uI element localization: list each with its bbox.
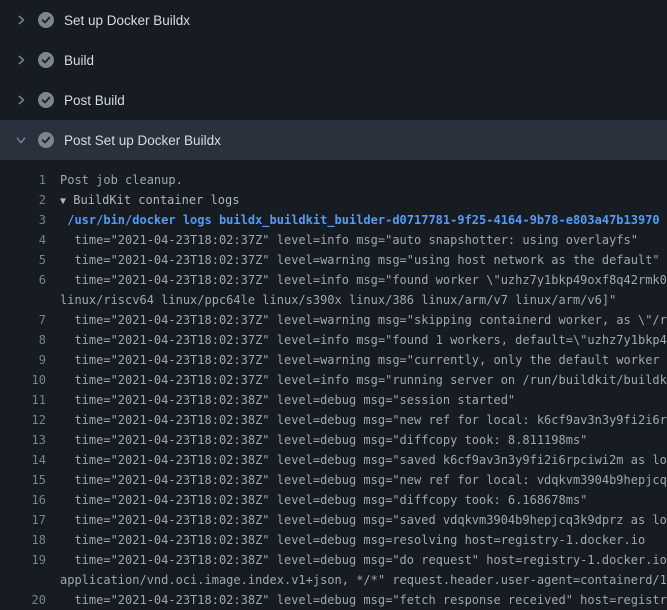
step-row-set-up-docker-buildx[interactable]: Set up Docker Buildx xyxy=(0,0,667,40)
log-line-text: time="2021-04-23T18:02:37Z" level=warnin… xyxy=(60,350,667,370)
log-line-number[interactable]: 3 xyxy=(0,210,60,230)
step-label: Set up Docker Buildx xyxy=(64,13,190,28)
log-line-number[interactable]: 4 xyxy=(0,230,60,250)
log-line: 16 time="2021-04-23T18:02:38Z" level=deb… xyxy=(0,490,667,510)
log-line-number[interactable]: 5 xyxy=(0,250,60,270)
log-line-number[interactable]: 12 xyxy=(0,410,60,430)
log-line-number[interactable]: 8 xyxy=(0,330,60,350)
log-line-text: time="2021-04-23T18:02:38Z" level=debug … xyxy=(60,550,667,570)
log-line-number[interactable]: 1 xyxy=(0,170,60,190)
log-line-text: time="2021-04-23T18:02:38Z" level=debug … xyxy=(60,530,667,550)
log-line-number[interactable] xyxy=(0,290,60,310)
log-line-text: time="2021-04-23T18:02:38Z" level=debug … xyxy=(60,590,667,610)
check-circle-icon xyxy=(38,92,54,108)
log-line: 7 time="2021-04-23T18:02:37Z" level=warn… xyxy=(0,310,667,330)
log-line: 13 time="2021-04-23T18:02:38Z" level=deb… xyxy=(0,430,667,450)
log-line-text: time="2021-04-23T18:02:38Z" level=debug … xyxy=(60,410,667,430)
log-line-text: time="2021-04-23T18:02:37Z" level=warnin… xyxy=(60,310,667,330)
log-line-text: time="2021-04-23T18:02:37Z" level=info m… xyxy=(60,270,667,290)
log-line-number[interactable]: 18 xyxy=(0,530,60,550)
log-line-number[interactable]: 9 xyxy=(0,350,60,370)
log-line: 20 time="2021-04-23T18:02:38Z" level=deb… xyxy=(0,590,667,610)
check-circle-icon xyxy=(38,132,54,148)
log-line-text: application/vnd.oci.image.index.v1+json,… xyxy=(60,570,667,590)
log-lines: 1 Post job cleanup. 2 ▼ BuildKit contain… xyxy=(0,160,667,610)
log-line: 11 time="2021-04-23T18:02:38Z" level=deb… xyxy=(0,390,667,410)
log-line-text: ▼ BuildKit container logs xyxy=(60,190,667,210)
log-line: 6 time="2021-04-23T18:02:37Z" level=info… xyxy=(0,270,667,290)
log-line-text: time="2021-04-23T18:02:38Z" level=debug … xyxy=(60,450,667,470)
log-line: 14 time="2021-04-23T18:02:38Z" level=deb… xyxy=(0,450,667,470)
log-line-number[interactable]: 10 xyxy=(0,370,60,390)
log-line: 3 /usr/bin/docker logs buildx_buildkit_b… xyxy=(0,210,667,230)
log-line: 17 time="2021-04-23T18:02:38Z" level=deb… xyxy=(0,510,667,530)
log-line: 15 time="2021-04-23T18:02:38Z" level=deb… xyxy=(0,470,667,490)
log-line[interactable]: 2 ▼ BuildKit container logs xyxy=(0,190,667,210)
log-line: 19 time="2021-04-23T18:02:38Z" level=deb… xyxy=(0,550,667,570)
log-line: 12 time="2021-04-23T18:02:38Z" level=deb… xyxy=(0,410,667,430)
log-line-text: time="2021-04-23T18:02:37Z" level=info m… xyxy=(60,370,667,390)
log-line-number[interactable]: 15 xyxy=(0,470,60,490)
log-line: 10 time="2021-04-23T18:02:37Z" level=inf… xyxy=(0,370,667,390)
log-line-text: /usr/bin/docker logs buildx_buildkit_bui… xyxy=(60,210,667,230)
log-line-number[interactable]: 19 xyxy=(0,550,60,570)
log-line: 1 Post job cleanup. xyxy=(0,170,667,190)
log-line: 9 time="2021-04-23T18:02:37Z" level=warn… xyxy=(0,350,667,370)
log-line-text: time="2021-04-23T18:02:37Z" level=info m… xyxy=(60,330,667,350)
group-toggle-icon: ▼ xyxy=(60,196,66,207)
log-line-number[interactable]: 2 xyxy=(0,190,60,210)
step-label: Post Set up Docker Buildx xyxy=(64,133,221,148)
log-line-text: time="2021-04-23T18:02:37Z" level=warnin… xyxy=(60,250,667,270)
log-line-text: Post job cleanup. xyxy=(60,170,667,190)
log-line-number[interactable]: 13 xyxy=(0,430,60,450)
log-line: application/vnd.oci.image.index.v1+json,… xyxy=(0,570,667,590)
step-row-post-build[interactable]: Post Build xyxy=(0,80,667,120)
chevron-down-icon xyxy=(12,132,30,148)
log-line-text: time="2021-04-23T18:02:37Z" level=info m… xyxy=(60,230,667,250)
log-line: 18 time="2021-04-23T18:02:38Z" level=deb… xyxy=(0,530,667,550)
chevron-right-icon xyxy=(12,52,30,68)
log-line-number[interactable]: 7 xyxy=(0,310,60,330)
step-label: Build xyxy=(64,53,94,68)
chevron-right-icon xyxy=(12,12,30,28)
actions-log-viewer: Set up Docker Buildx Build Post Build Po… xyxy=(0,0,667,600)
log-line-number[interactable]: 11 xyxy=(0,390,60,410)
log-line-number[interactable]: 6 xyxy=(0,270,60,290)
log-line: 4 time="2021-04-23T18:02:37Z" level=info… xyxy=(0,230,667,250)
log-line: linux/riscv64 linux/ppc64le linux/s390x … xyxy=(0,290,667,310)
log-line-text: time="2021-04-23T18:02:38Z" level=debug … xyxy=(60,430,667,450)
step-row-build[interactable]: Build xyxy=(0,40,667,80)
chevron-right-icon xyxy=(12,92,30,108)
log-line-number[interactable]: 16 xyxy=(0,490,60,510)
step-label: Post Build xyxy=(64,93,125,108)
log-line-text: time="2021-04-23T18:02:38Z" level=debug … xyxy=(60,390,667,410)
log-line-text: time="2021-04-23T18:02:38Z" level=debug … xyxy=(60,490,667,510)
log-line-text: linux/riscv64 linux/ppc64le linux/s390x … xyxy=(60,290,667,310)
log-line-text: time="2021-04-23T18:02:38Z" level=debug … xyxy=(60,470,667,490)
log-line-text: time="2021-04-23T18:02:38Z" level=debug … xyxy=(60,510,667,530)
log-line: 8 time="2021-04-23T18:02:37Z" level=info… xyxy=(0,330,667,350)
log-line-number[interactable]: 17 xyxy=(0,510,60,530)
log-line: 5 time="2021-04-23T18:02:37Z" level=warn… xyxy=(0,250,667,270)
check-circle-icon xyxy=(38,12,54,28)
log-line-number[interactable]: 20 xyxy=(0,590,60,610)
check-circle-icon xyxy=(38,52,54,68)
log-line-number[interactable] xyxy=(0,570,60,590)
log-line-number[interactable]: 14 xyxy=(0,450,60,470)
step-row-post-set-up-docker-buildx[interactable]: Post Set up Docker Buildx xyxy=(0,120,667,160)
